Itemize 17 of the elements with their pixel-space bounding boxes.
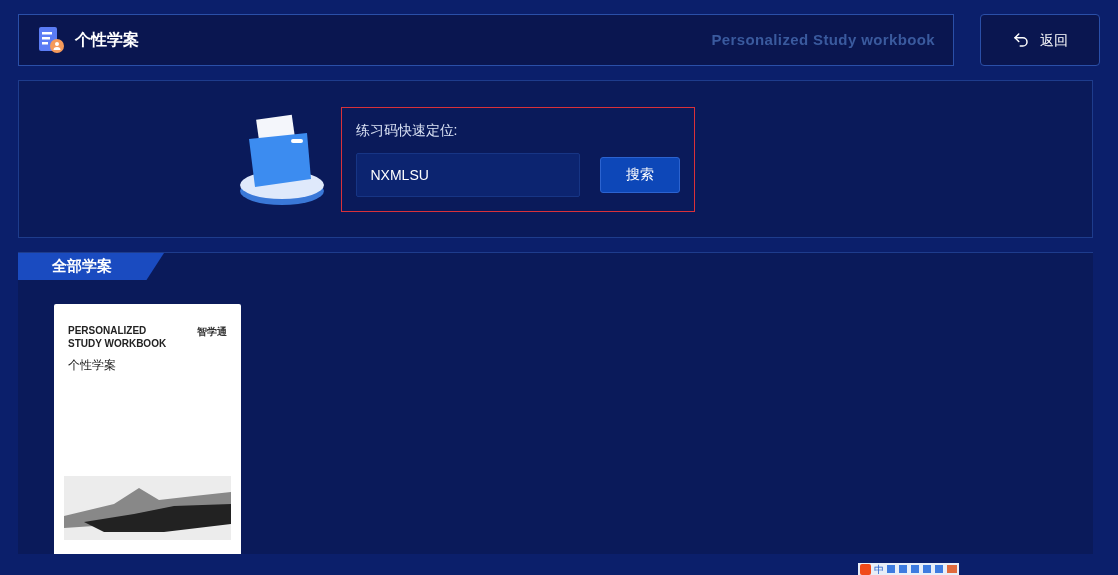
cover-title: STUDY WORKBOOK: [68, 337, 167, 350]
cover-subtitle: 个性学案: [68, 357, 117, 374]
page-title: 个性学案: [75, 30, 139, 50]
page-subtitle: Personalized Study workbook: [711, 29, 935, 50]
search-button[interactable]: 搜索: [599, 156, 680, 193]
code-input-field[interactable]: NXMLSU: [355, 152, 580, 197]
ime-tools-icon: [887, 565, 957, 573]
document-user-icon: [37, 26, 65, 54]
return-arrow-icon: [1012, 31, 1030, 49]
ime-toolbar[interactable]: 中: [858, 563, 959, 575]
workbook-cover[interactable]: PERSONALIZED STUDY WORKBOOK 智学通 个性学案: [54, 304, 241, 554]
back-button[interactable]: 返回: [980, 14, 1100, 66]
cover-title: PERSONALIZED: [68, 324, 148, 337]
cover-logo: 智学通: [197, 325, 227, 339]
section-tab[interactable]: 全部学案: [18, 253, 164, 280]
ime-mode-label: 中: [874, 563, 884, 575]
search-label: 练习码快速定位:: [355, 120, 459, 140]
